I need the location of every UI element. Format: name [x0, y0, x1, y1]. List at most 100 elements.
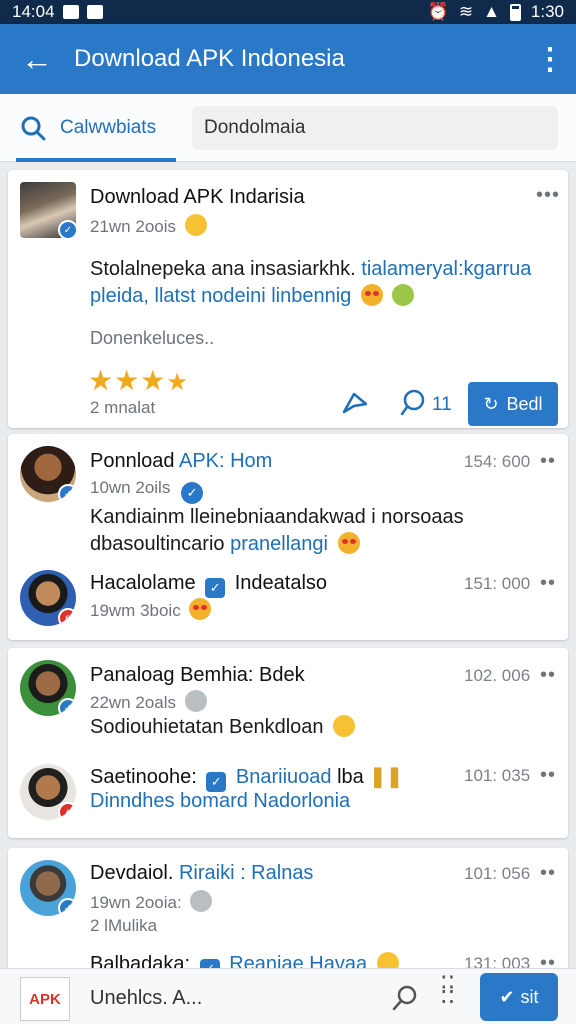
card-menu-icon[interactable]: •• — [540, 572, 556, 595]
badge-emoji-icon — [184, 690, 207, 712]
post-subtitle: Donenkeluces.. — [90, 328, 215, 348]
post-meta: 21wn 2oois — [90, 214, 207, 237]
smile-emoji-icon — [333, 715, 356, 737]
notification-icon — [62, 5, 79, 19]
alarm-icon: ⏰ — [427, 2, 449, 21]
post-author[interactable]: Panaloag Bemhia: Bdek — [90, 664, 305, 687]
smile-emoji-icon — [392, 284, 415, 306]
post-body-line1: Stolalnepeka ana insasiarkhk. — [90, 258, 356, 280]
card-menu-icon[interactable]: •• — [540, 764, 556, 787]
post-author-tag: Riraiki : Ralnas — [178, 862, 314, 884]
comment-meta-text: 19wm 3boic — [90, 601, 181, 620]
comment-time: 101: 035 — [464, 766, 531, 785]
avatar[interactable]: ▲ — [20, 764, 76, 820]
search-row: Calwwbiats — [0, 94, 576, 162]
status-time-left: 14:04 — [12, 2, 55, 21]
post-card-1[interactable]: ✓ Download APK Indarisia 21wn 2oois ••• … — [8, 170, 568, 428]
post-card-3[interactable]: ✓ Panaloag Bemhia: Bdek 22wn 2oals 102. … — [8, 648, 568, 838]
card-menu-icon[interactable]: ••• — [536, 184, 560, 207]
comment-time: 151: 000 — [464, 574, 531, 593]
status-bar: 14:04 ⏰ ≋ ▲ 1:30 — [0, 0, 576, 24]
post-time: 102. 006 — [464, 666, 531, 685]
share-icon[interactable] — [340, 388, 370, 418]
search-field[interactable] — [192, 105, 558, 150]
post-card-2[interactable]: ✓ Ponnload APK: Hom 10wn 2oils ✓ 154: 60… — [8, 434, 568, 640]
verified-check-icon: ✓ — [181, 482, 204, 504]
post-meta: 19wn 2ooia: — [90, 890, 213, 913]
half-star-icon: ★ — [166, 369, 189, 396]
post-author[interactable]: Download APK Indarisia — [90, 186, 305, 209]
notification-icon-2 — [86, 5, 103, 19]
avatar[interactable]: ✓ — [20, 446, 76, 502]
post-meta-text: 21wn 2oois — [90, 217, 177, 236]
post-body-line1-link[interactable]: tialameryal:kgarrua — [361, 258, 531, 280]
post-body-link[interactable]: pranellangi — [230, 533, 328, 555]
verified-icon: ✓ — [58, 698, 76, 716]
post-author[interactable]: Ponnload APK: Hom — [90, 450, 272, 473]
status-time-right: 1:30 — [530, 2, 564, 21]
avatar[interactable]: e — [20, 570, 76, 626]
reply-badge-icon: ▲ — [58, 802, 76, 820]
grid-dots-icon[interactable]: ⁚⁚ ⁚⁚ — [440, 974, 455, 1008]
post-footer: 2 mnalat — [90, 398, 156, 417]
bottom-bar-text[interactable]: Unehlcs. A... — [90, 987, 202, 1010]
search-input[interactable] — [204, 116, 558, 139]
app-thumbnail[interactable]: APK — [20, 977, 70, 1021]
star-icon: ★ — [88, 365, 115, 396]
post-author[interactable]: Devdaiol. Riraiki : Ralnas — [90, 862, 313, 885]
heart-eyes-emoji-icon — [189, 598, 212, 620]
post-body: Kandiainm lleinebniaandakwad i norsoaas … — [90, 504, 560, 558]
post-body: Stolalnepeka ana insasiarkhk. tialamerya… — [90, 256, 560, 310]
send-button[interactable]: ✔ sit — [480, 973, 558, 1021]
refresh-icon: ↻ — [483, 393, 499, 414]
post-body-line2-link[interactable]: pleida, — [90, 285, 149, 307]
post-footer: 2 lMulika — [90, 916, 158, 935]
verified-icon: ✓ — [58, 898, 76, 916]
avatar[interactable]: ✓ — [20, 660, 76, 716]
bottom-bar: APK Unehlcs. A... ⁚⁚ ⁚⁚ ✔ sit — [0, 968, 576, 1024]
comment-body: Dinndhes bomard Nadorlonia — [90, 788, 350, 815]
tab-search[interactable]: Calwwbiats — [0, 94, 176, 162]
search-tab-label: Calwwbiats — [60, 116, 157, 138]
avatar[interactable]: ✓ — [20, 182, 76, 238]
comment-author-name: Hacalolame — [90, 572, 196, 594]
post-meta-text: 22wn 2oals — [90, 693, 177, 712]
post-author-name: Devdaiol. — [90, 862, 174, 884]
comment-author-name: Saetinoohe: — [90, 766, 197, 788]
search-icon[interactable] — [390, 983, 420, 1013]
post-body-line1: Kandiainm lleinebniaandakwad i norsoaas — [90, 506, 464, 528]
back-arrow-icon[interactable]: ← — [0, 24, 74, 94]
card-menu-icon[interactable]: •• — [540, 664, 556, 687]
check-circle-icon: ✔ — [499, 986, 515, 1007]
post-meta-text: 10wn 2oils — [90, 478, 171, 497]
card-menu-icon[interactable]: •• — [540, 450, 556, 473]
star-rating[interactable]: ★★★★ — [88, 364, 189, 397]
card-menu-icon[interactable]: •• — [540, 862, 556, 885]
avatar[interactable]: ✓ — [20, 860, 76, 916]
verified-icon: ✓ — [58, 484, 76, 502]
post-meta: 10wn 2oils ✓ — [90, 478, 204, 504]
post-body-line2[interactable]: llatst nodeini linbennig — [155, 285, 352, 307]
comment-author-tag: Bnariiuoad — [235, 766, 332, 788]
post-body: Sodiouhietatan Benkdloan — [90, 714, 356, 741]
comment-author[interactable]: Hacalolame ✓ Indeatalso — [90, 572, 327, 598]
download-button-label: Bedl — [506, 393, 543, 414]
comment-icon[interactable] — [398, 388, 428, 418]
send-button-label: sit — [520, 986, 539, 1007]
post-meta: 22wn 2oals — [90, 690, 207, 713]
page-title: Download APK Indonesia — [74, 45, 345, 72]
post-meta-text: 19wn 2ooia: — [90, 893, 182, 912]
post-time: 101: 056 — [464, 864, 531, 883]
download-button[interactable]: ↻ Bedl — [468, 382, 558, 426]
search-icon — [21, 116, 46, 140]
battery-icon — [509, 3, 521, 21]
post-time: 154: 600 — [464, 452, 531, 471]
signal-icon: ▲ — [483, 2, 500, 21]
star-icon: ★ — [114, 365, 141, 396]
post-body-line1: Sodiouhietatan Benkdloan — [90, 716, 324, 738]
app-thumbnail-label: APK — [29, 990, 61, 1008]
more-options-icon[interactable]: ⋮ — [524, 24, 576, 94]
post-card-4[interactable]: ✓ Devdaiol. Riraiki : Ralnas 19wn 2ooia:… — [8, 848, 568, 979]
comment-body-link[interactable]: Dinndhes bomard Nadorlonia — [90, 790, 350, 812]
post-author-tag: APK: Hom — [178, 450, 273, 472]
